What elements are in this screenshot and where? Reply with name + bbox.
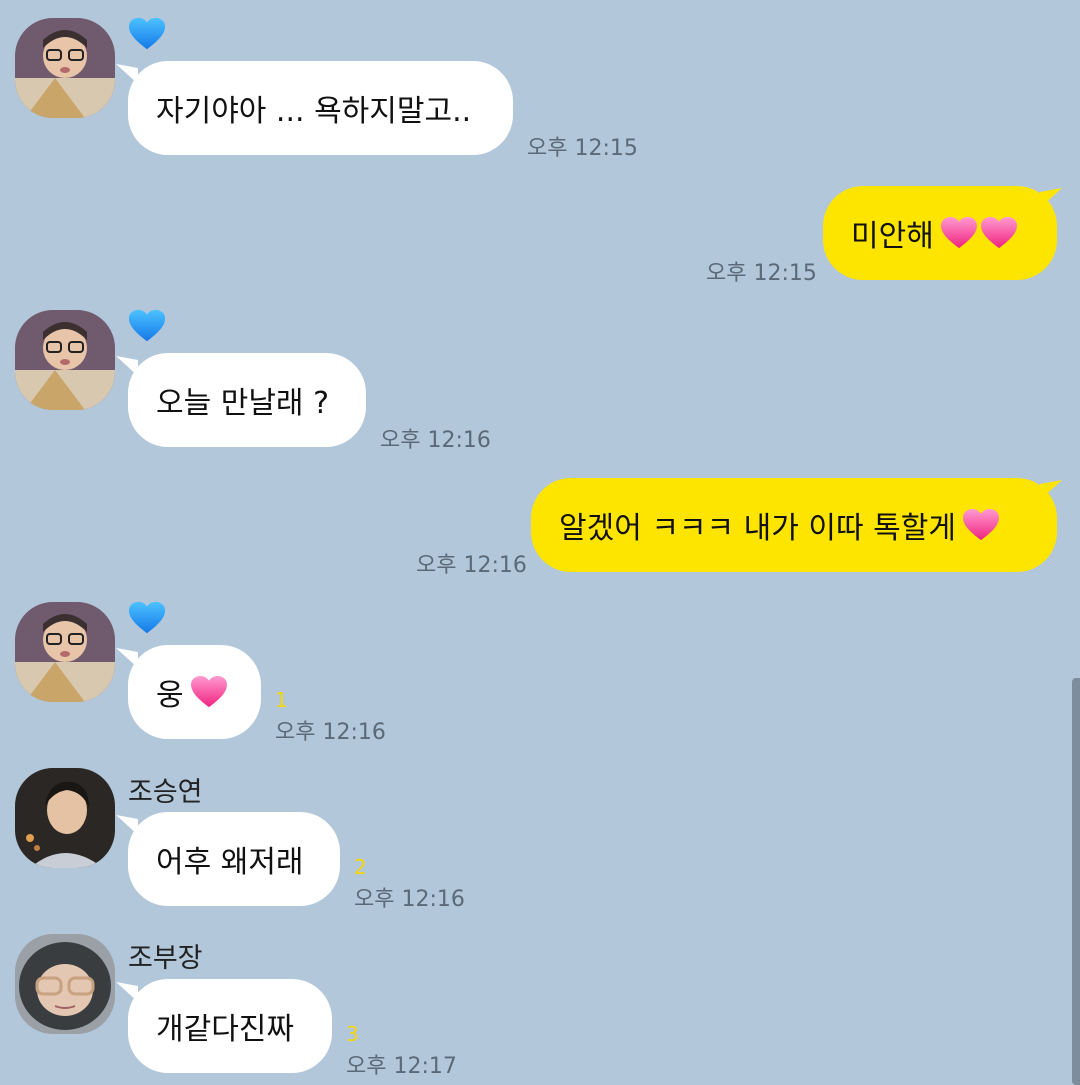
message-time: 오후 12:16 [354,887,465,912]
blue-heart-icon [128,308,166,344]
message-bubble[interactable]: 오늘 만날래 ? [128,353,366,447]
message-text: 알겠어 ㅋㅋㅋ 내가 이따 톡할게 [559,511,956,546]
message-bubble[interactable]: 어후 왜저래 [128,812,340,906]
pink-heart-icon [940,216,978,250]
avatar[interactable] [15,934,115,1034]
blue-heart-icon [128,600,166,636]
avatar[interactable] [15,18,115,118]
pink-heart-icon [190,675,228,709]
message-text: 오늘 만날래 ? [156,386,329,421]
pink-heart-icon [980,216,1018,250]
sender-name: 조승연 [128,777,203,808]
unread-count: 1 [275,688,288,712]
message-bubble[interactable]: 자기야아 ... 욕하지말고.. [128,61,513,155]
unread-count: 3 [346,1022,359,1046]
avatar[interactable] [15,768,115,868]
message-time: 오후 12:17 [346,1054,457,1079]
message-time: 오후 12:15 [706,261,817,286]
message-text: 어후 왜저래 [156,845,304,880]
message-text: 개같다진짜 [156,1012,294,1047]
message-bubble[interactable]: 미안해 [823,186,1057,280]
unread-count: 2 [354,855,367,879]
message-time: 오후 12:15 [527,136,638,161]
message-bubble[interactable]: 개같다진짜 [128,979,332,1073]
message-bubble[interactable]: 알겠어 ㅋㅋㅋ 내가 이따 톡할게 [531,478,1057,572]
pink-heart-icon [962,508,1000,542]
message-time: 오후 12:16 [275,720,386,745]
avatar[interactable] [15,602,115,702]
sender-name: 조부장 [128,943,203,974]
blue-heart-icon [128,16,166,52]
scrollbar[interactable] [1072,678,1080,1085]
message-text: 미안해 [851,219,934,254]
message-text: 자기야아 ... 욕하지말고.. [156,94,472,129]
message-time: 오후 12:16 [416,553,527,578]
avatar[interactable] [15,310,115,410]
message-text: 웅 [156,678,184,713]
message-time: 오후 12:16 [380,428,491,453]
message-bubble[interactable]: 웅 [128,645,261,739]
